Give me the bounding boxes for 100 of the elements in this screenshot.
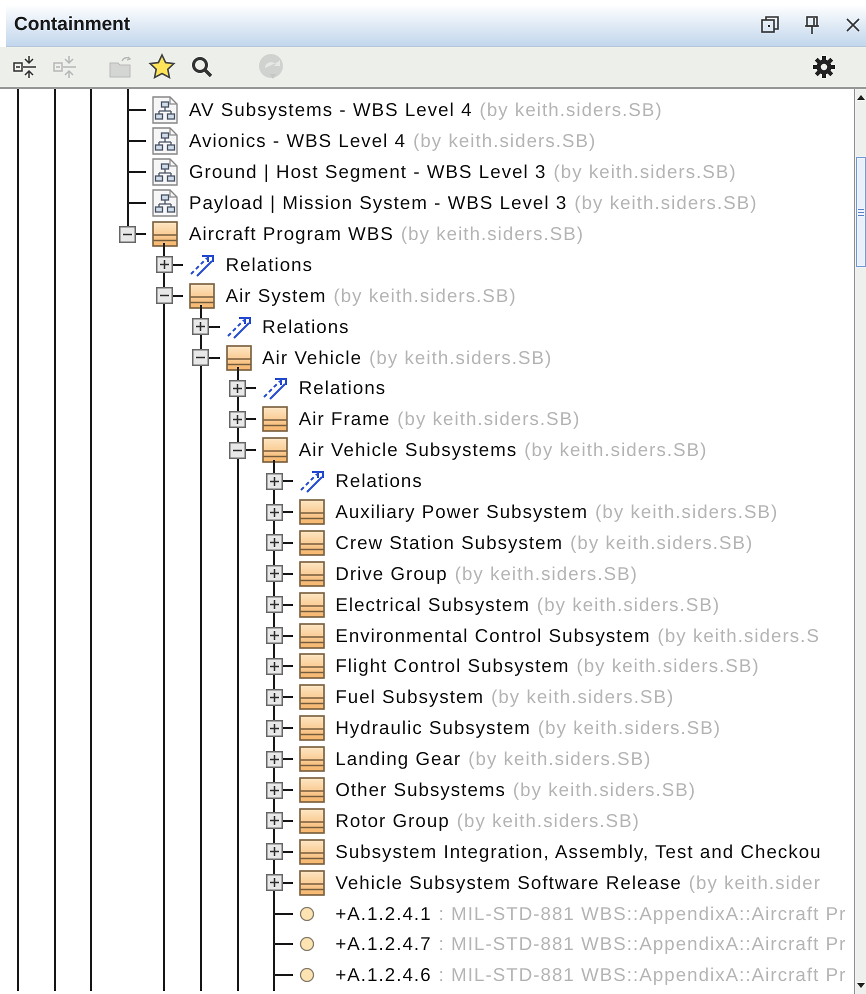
expand-toggle[interactable] bbox=[266, 596, 283, 614]
owner-note: (by keith.siders.SB) bbox=[491, 686, 674, 708]
part-icon bbox=[298, 906, 315, 922]
block-icon bbox=[298, 530, 325, 556]
block-icon bbox=[298, 777, 325, 804]
block-icon bbox=[298, 808, 325, 834]
restore-icon[interactable] bbox=[760, 15, 780, 35]
block-icon bbox=[298, 622, 325, 649]
expand-toggle[interactable] bbox=[266, 565, 283, 582]
expand-toggle[interactable] bbox=[266, 472, 283, 490]
tree-item-label[interactable]: Landing Gear bbox=[335, 748, 462, 770]
part-icon bbox=[298, 967, 315, 984]
tree-item-label[interactable]: Flight Control Subsystem bbox=[335, 655, 570, 678]
scrollbar[interactable] bbox=[854, 89, 866, 994]
owner-note: (by keith.siders.SB) bbox=[400, 223, 584, 245]
block-icon bbox=[226, 344, 252, 371]
tree-item-label[interactable]: +A.1.2.4.1 bbox=[335, 902, 432, 925]
tree-arrows-icon[interactable] bbox=[12, 54, 38, 80]
owner-note: (by keith.siders.SB) bbox=[536, 594, 720, 616]
diagram-icon bbox=[152, 158, 178, 186]
panel-title: Containment bbox=[14, 14, 130, 36]
block-icon bbox=[298, 684, 325, 710]
tree-item-label[interactable]: Environmental Control Subsystem bbox=[335, 624, 651, 647]
tree-item-label[interactable]: Other Subsystems bbox=[335, 779, 506, 802]
block-icon bbox=[298, 653, 325, 680]
tree-item-label[interactable]: Air System bbox=[226, 284, 326, 307]
tree-item-label[interactable]: +A.1.2.4.7 bbox=[335, 933, 432, 956]
owner-note: (by keith.siders.SB) bbox=[333, 284, 517, 307]
tree-item-label[interactable]: Drive Group bbox=[335, 562, 448, 585]
owner-note: (by keith.siders.SB) bbox=[538, 717, 722, 740]
tree-item-label[interactable]: Relations bbox=[226, 254, 313, 276]
tree-item-label[interactable]: Subsystem Integration, Assembly, Test and Checkou bbox=[335, 840, 822, 863]
tree-item-label[interactable]: Aircraft Program WBS bbox=[188, 223, 394, 245]
expand-toggle[interactable] bbox=[266, 504, 283, 521]
tree-item-label[interactable]: Rotor Group bbox=[335, 810, 450, 832]
expand-toggle[interactable] bbox=[266, 534, 283, 552]
block-icon bbox=[188, 282, 215, 309]
tree-item-label[interactable]: Payload | Mission System - WBS Level 3 bbox=[188, 192, 568, 214]
expand-toggle[interactable] bbox=[229, 442, 246, 459]
owner-note: (by keith.siders.SB) bbox=[524, 439, 708, 462]
tree-item-label[interactable]: +A.1.2.4.6 bbox=[335, 964, 432, 986]
tree-item-label[interactable]: Vehicle Subsystem Software Release bbox=[335, 872, 682, 894]
diagram-icon bbox=[152, 127, 178, 156]
block-icon bbox=[262, 437, 288, 464]
owner-note: (by keith.siders.SB) bbox=[595, 501, 778, 524]
expand-toggle[interactable] bbox=[266, 812, 283, 830]
scroll-thumb[interactable] bbox=[856, 157, 866, 267]
relations-icon bbox=[226, 314, 252, 339]
diagram-icon bbox=[152, 189, 178, 218]
expand-toggle[interactable] bbox=[266, 750, 283, 768]
tree-item-label[interactable]: Electrical Subsystem bbox=[335, 594, 530, 616]
tree-item-label[interactable]: Air Vehicle bbox=[262, 346, 362, 369]
expand-toggle[interactable] bbox=[266, 843, 283, 860]
expand-toggle[interactable] bbox=[156, 287, 173, 304]
expand-toggle[interactable] bbox=[266, 720, 283, 737]
scroll-down-icon[interactable] bbox=[856, 980, 866, 990]
owner-note: (by keith.siders.SB) bbox=[454, 562, 638, 585]
owner-note: (by keith.siders.SB) bbox=[570, 532, 754, 554]
search-icon[interactable] bbox=[190, 55, 214, 79]
block-icon bbox=[298, 592, 325, 618]
relations-icon bbox=[188, 252, 215, 277]
tree-item-label[interactable]: Fuel Subsystem bbox=[335, 686, 484, 708]
star-icon[interactable] bbox=[148, 53, 176, 81]
tree-item-label[interactable]: Avionics - WBS Level 4 bbox=[188, 130, 406, 152]
expand-toggle[interactable] bbox=[266, 658, 283, 675]
tree-item-label[interactable]: Relations bbox=[335, 470, 423, 492]
expand-toggle[interactable] bbox=[119, 226, 136, 242]
expand-toggle[interactable] bbox=[266, 874, 283, 892]
settings-icon[interactable] bbox=[812, 55, 836, 79]
block-icon bbox=[298, 499, 325, 526]
expand-toggle[interactable] bbox=[192, 349, 210, 366]
tree-item-label[interactable]: Crew Station Subsystem bbox=[335, 532, 564, 554]
expand-toggle[interactable] bbox=[229, 380, 246, 397]
block-icon bbox=[298, 870, 325, 896]
tree-item-label[interactable]: Auxiliary Power Subsystem bbox=[335, 501, 588, 524]
owner-note: (by keith.siders.SB) bbox=[413, 130, 596, 152]
expand-toggle[interactable] bbox=[266, 627, 283, 644]
scroll-up-icon[interactable] bbox=[856, 93, 866, 103]
type-note: : MIL-STD-881 WBS::AppendixA::Aircraft Pr bbox=[438, 933, 846, 956]
block-icon bbox=[298, 838, 325, 865]
pin-icon[interactable] bbox=[802, 15, 822, 35]
block-icon bbox=[262, 406, 288, 432]
tree-item-label[interactable]: Relations bbox=[298, 377, 386, 400]
tree-item-label[interactable]: AV Subsystems - WBS Level 4 bbox=[188, 99, 473, 122]
tree-item-label[interactable]: Hydraulic Subsystem bbox=[335, 717, 531, 740]
tree-item-label[interactable]: Relations bbox=[262, 316, 350, 338]
expand-toggle[interactable] bbox=[266, 782, 283, 799]
close-icon[interactable] bbox=[844, 16, 862, 34]
type-note: : MIL-STD-881 WBS::AppendixA::Aircraft Pr bbox=[438, 964, 846, 986]
block-icon bbox=[298, 715, 325, 742]
tree-item-label[interactable]: Air Vehicle Subsystems bbox=[298, 439, 518, 462]
expand-toggle[interactable] bbox=[266, 688, 283, 706]
expand-toggle[interactable] bbox=[192, 318, 210, 336]
block-icon bbox=[298, 560, 325, 587]
expand-toggle[interactable] bbox=[229, 410, 246, 428]
owner-note: (by keith.siders.SB) bbox=[512, 779, 696, 802]
expand-toggle[interactable] bbox=[156, 256, 173, 274]
block-icon bbox=[298, 746, 325, 772]
tree-item-label[interactable]: Air Frame bbox=[298, 408, 390, 430]
tree-item-label[interactable]: Ground | Host Segment - WBS Level 3 bbox=[188, 161, 546, 184]
